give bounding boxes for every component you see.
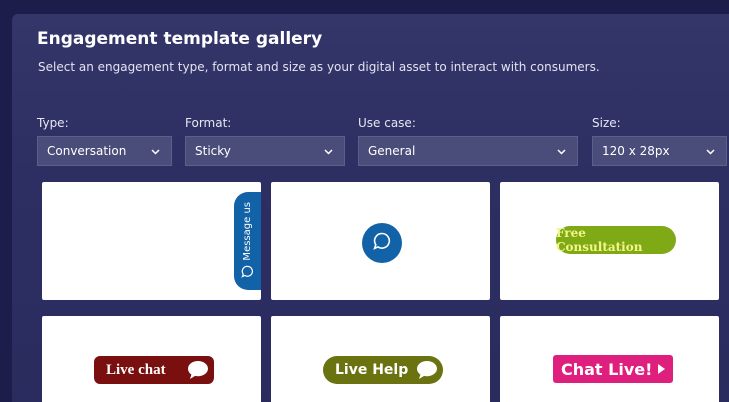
use-case-select-value: General [368, 144, 416, 158]
template-card-live-help[interactable]: Live Help [271, 316, 490, 402]
chat-live-label: Chat Live! [561, 359, 653, 379]
template-card-chat-circle[interactable] [271, 182, 490, 300]
chat-bubble-icon [241, 265, 254, 283]
live-help-button: Live Help [323, 356, 443, 384]
chevron-down-icon [323, 146, 334, 157]
live-chat-label: Live chat [106, 361, 166, 378]
play-arrow-icon [657, 363, 666, 375]
template-card-live-chat[interactable]: Live chat [42, 316, 261, 402]
use-case-select[interactable]: General [358, 136, 578, 166]
type-select[interactable]: Conversation [37, 136, 172, 166]
free-consultation-button: Free Consultation [556, 226, 676, 254]
chat-live-button: Chat Live! [553, 355, 673, 383]
chevron-down-icon [556, 146, 567, 157]
chevron-down-icon [705, 146, 716, 157]
page-subtitle: Select an engagement type, format and si… [38, 60, 600, 74]
live-chat-button: Live chat [94, 356, 214, 384]
size-filter-label: Size: [592, 116, 621, 130]
template-card-free-consultation[interactable]: Free Consultation [500, 182, 719, 300]
type-select-value: Conversation [47, 144, 127, 158]
page-title: Engagement template gallery [37, 29, 323, 49]
message-us-label: Message us [242, 202, 253, 261]
chevron-down-icon [150, 146, 161, 157]
format-select[interactable]: Sticky [185, 136, 345, 166]
type-filter-label: Type: [37, 116, 69, 130]
live-help-label: Live Help [335, 362, 409, 378]
size-select-value: 120 x 28px [602, 144, 670, 158]
template-card-chat-live[interactable]: Chat Live! [500, 316, 719, 402]
template-card-message-us[interactable]: Message us [42, 182, 261, 300]
chat-circle-button [362, 223, 402, 263]
speech-bubble-icon [186, 359, 210, 386]
chat-bubble-icon [372, 231, 392, 256]
message-us-tab: Message us [234, 192, 261, 290]
speech-bubble-icon [415, 359, 439, 385]
format-select-value: Sticky [195, 144, 231, 158]
size-select[interactable]: 120 x 28px [592, 136, 727, 166]
format-filter-label: Format: [185, 116, 232, 130]
use-case-filter-label: Use case: [358, 116, 416, 130]
